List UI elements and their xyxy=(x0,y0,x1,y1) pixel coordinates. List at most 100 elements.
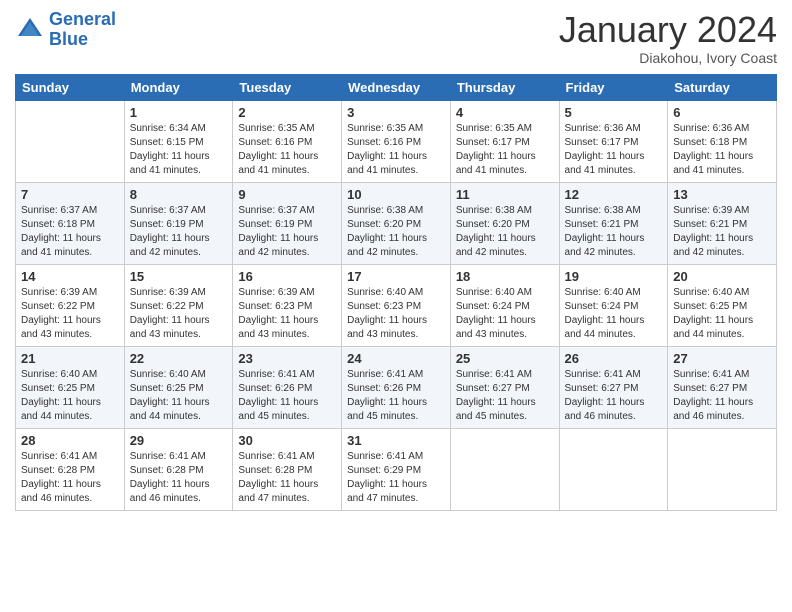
day-number: 31 xyxy=(347,433,445,448)
day-number: 21 xyxy=(21,351,119,366)
day-info: Sunrise: 6:39 AMSunset: 6:23 PMDaylight:… xyxy=(238,286,336,342)
day-number: 8 xyxy=(130,187,228,202)
day-info: Sunrise: 6:40 AMSunset: 6:24 PMDaylight:… xyxy=(565,286,663,342)
table-row: 19 Sunrise: 6:40 AMSunset: 6:24 PMDayligh… xyxy=(559,264,668,346)
calendar-week-0: 1 Sunrise: 6:34 AMSunset: 6:15 PMDaylight… xyxy=(16,100,777,182)
table-row: 21 Sunrise: 6:40 AMSunset: 6:25 PMDayligh… xyxy=(16,346,125,428)
col-thursday: Thursday xyxy=(450,74,559,100)
table-row: 11Sunrise: 6:38 AMSunset: 6:20 PMDayligh… xyxy=(450,182,559,264)
day-number: 10 xyxy=(347,187,445,202)
page: General Blue January 2024 Diakohou, Ivor… xyxy=(0,0,792,612)
table-row: 23Sunrise: 6:41 AMSunset: 6:26 PMDayligh… xyxy=(233,346,342,428)
day-info: Sunrise: 6:41 AMSunset: 6:28 PMDaylight:… xyxy=(238,450,336,506)
table-row: 1 Sunrise: 6:34 AMSunset: 6:15 PMDaylight… xyxy=(124,100,233,182)
day-number: 7 xyxy=(21,187,119,202)
month-title: January 2024 xyxy=(559,10,777,50)
day-number: 28 xyxy=(21,433,119,448)
table-row: 7 Sunrise: 6:37 AMSunset: 6:18 PMDaylight… xyxy=(16,182,125,264)
calendar-header: Sunday Monday Tuesday Wednesday Thursday… xyxy=(16,74,777,100)
day-info: Sunrise: 6:39 AMSunset: 6:22 PMDaylight:… xyxy=(21,286,119,342)
table-row: 22Sunrise: 6:40 AMSunset: 6:25 PMDayligh… xyxy=(124,346,233,428)
table-row xyxy=(668,428,777,510)
day-number: 13 xyxy=(673,187,771,202)
day-info: Sunrise: 6:35 AMSunset: 6:17 PMDaylight:… xyxy=(456,122,554,178)
header-row: Sunday Monday Tuesday Wednesday Thursday… xyxy=(16,74,777,100)
day-info: Sunrise: 6:36 AMSunset: 6:17 PMDaylight:… xyxy=(565,122,663,178)
day-number: 17 xyxy=(347,269,445,284)
day-info: Sunrise: 6:40 AMSunset: 6:23 PMDaylight:… xyxy=(347,286,445,342)
table-row: 4 Sunrise: 6:35 AMSunset: 6:17 PMDaylight… xyxy=(450,100,559,182)
day-info: Sunrise: 6:41 AMSunset: 6:27 PMDaylight:… xyxy=(456,368,554,424)
col-sunday: Sunday xyxy=(16,74,125,100)
day-number: 4 xyxy=(456,105,554,120)
table-row: 27Sunrise: 6:41 AMSunset: 6:27 PMDayligh… xyxy=(668,346,777,428)
table-row: 6 Sunrise: 6:36 AMSunset: 6:18 PMDaylight… xyxy=(668,100,777,182)
logo: General Blue xyxy=(15,10,116,50)
day-number: 25 xyxy=(456,351,554,366)
table-row: 17 Sunrise: 6:40 AMSunset: 6:23 PMDayligh… xyxy=(342,264,451,346)
table-row: 9 Sunrise: 6:37 AMSunset: 6:19 PMDaylight… xyxy=(233,182,342,264)
day-number: 19 xyxy=(565,269,663,284)
day-number: 26 xyxy=(565,351,663,366)
day-info: Sunrise: 6:37 AMSunset: 6:18 PMDaylight:… xyxy=(21,204,119,260)
day-info: Sunrise: 6:35 AMSunset: 6:16 PMDaylight:… xyxy=(238,122,336,178)
day-info: Sunrise: 6:40 AMSunset: 6:24 PMDaylight:… xyxy=(456,286,554,342)
calendar-week-3: 21 Sunrise: 6:40 AMSunset: 6:25 PMDayligh… xyxy=(16,346,777,428)
table-row: 2 Sunrise: 6:35 AMSunset: 6:16 PMDaylight… xyxy=(233,100,342,182)
table-row: 26 Sunrise: 6:41 AMSunset: 6:27 PMDayligh… xyxy=(559,346,668,428)
day-number: 18 xyxy=(456,269,554,284)
col-saturday: Saturday xyxy=(668,74,777,100)
day-info: Sunrise: 6:41 AMSunset: 6:27 PMDaylight:… xyxy=(565,368,663,424)
calendar-body: 1 Sunrise: 6:34 AMSunset: 6:15 PMDaylight… xyxy=(16,100,777,510)
day-number: 23 xyxy=(238,351,336,366)
table-row: 20Sunrise: 6:40 AMSunset: 6:25 PMDayligh… xyxy=(668,264,777,346)
day-info: Sunrise: 6:36 AMSunset: 6:18 PMDaylight:… xyxy=(673,122,771,178)
calendar-week-1: 7 Sunrise: 6:37 AMSunset: 6:18 PMDaylight… xyxy=(16,182,777,264)
day-info: Sunrise: 6:40 AMSunset: 6:25 PMDaylight:… xyxy=(673,286,771,342)
day-number: 1 xyxy=(130,105,228,120)
title-block: January 2024 Diakohou, Ivory Coast xyxy=(559,10,777,66)
calendar-week-2: 14 Sunrise: 6:39 AMSunset: 6:22 PMDayligh… xyxy=(16,264,777,346)
logo-icon xyxy=(15,15,45,45)
table-row: 10 Sunrise: 6:38 AMSunset: 6:20 PMDayligh… xyxy=(342,182,451,264)
day-number: 3 xyxy=(347,105,445,120)
table-row: 28 Sunrise: 6:41 AMSunset: 6:28 PMDayligh… xyxy=(16,428,125,510)
day-number: 15 xyxy=(130,269,228,284)
day-info: Sunrise: 6:40 AMSunset: 6:25 PMDaylight:… xyxy=(21,368,119,424)
day-info: Sunrise: 6:38 AMSunset: 6:20 PMDaylight:… xyxy=(456,204,554,260)
day-number: 9 xyxy=(238,187,336,202)
header: General Blue January 2024 Diakohou, Ivor… xyxy=(15,10,777,66)
day-number: 2 xyxy=(238,105,336,120)
day-info: Sunrise: 6:39 AMSunset: 6:21 PMDaylight:… xyxy=(673,204,771,260)
day-number: 6 xyxy=(673,105,771,120)
table-row: 15 Sunrise: 6:39 AMSunset: 6:22 PMDayligh… xyxy=(124,264,233,346)
day-number: 16 xyxy=(238,269,336,284)
table-row: 16 Sunrise: 6:39 AMSunset: 6:23 PMDayligh… xyxy=(233,264,342,346)
table-row: 18 Sunrise: 6:40 AMSunset: 6:24 PMDayligh… xyxy=(450,264,559,346)
col-friday: Friday xyxy=(559,74,668,100)
table-row xyxy=(559,428,668,510)
table-row: 5Sunrise: 6:36 AMSunset: 6:17 PMDaylight… xyxy=(559,100,668,182)
calendar-table: Sunday Monday Tuesday Wednesday Thursday… xyxy=(15,74,777,511)
day-info: Sunrise: 6:41 AMSunset: 6:26 PMDaylight:… xyxy=(347,368,445,424)
logo-line2: Blue xyxy=(49,29,88,49)
day-info: Sunrise: 6:41 AMSunset: 6:28 PMDaylight:… xyxy=(21,450,119,506)
day-number: 12 xyxy=(565,187,663,202)
day-info: Sunrise: 6:34 AMSunset: 6:15 PMDaylight:… xyxy=(130,122,228,178)
day-info: Sunrise: 6:37 AMSunset: 6:19 PMDaylight:… xyxy=(130,204,228,260)
table-row: 12Sunrise: 6:38 AMSunset: 6:21 PMDayligh… xyxy=(559,182,668,264)
day-info: Sunrise: 6:41 AMSunset: 6:27 PMDaylight:… xyxy=(673,368,771,424)
day-info: Sunrise: 6:41 AMSunset: 6:29 PMDaylight:… xyxy=(347,450,445,506)
col-wednesday: Wednesday xyxy=(342,74,451,100)
day-number: 29 xyxy=(130,433,228,448)
day-number: 14 xyxy=(21,269,119,284)
table-row: 25 Sunrise: 6:41 AMSunset: 6:27 PMDayligh… xyxy=(450,346,559,428)
table-row: 13 Sunrise: 6:39 AMSunset: 6:21 PMDayligh… xyxy=(668,182,777,264)
day-info: Sunrise: 6:39 AMSunset: 6:22 PMDaylight:… xyxy=(130,286,228,342)
logo-line1: General xyxy=(49,9,116,29)
table-row: 8 Sunrise: 6:37 AMSunset: 6:19 PMDaylight… xyxy=(124,182,233,264)
table-row: 24Sunrise: 6:41 AMSunset: 6:26 PMDayligh… xyxy=(342,346,451,428)
table-row: 3Sunrise: 6:35 AMSunset: 6:16 PMDaylight… xyxy=(342,100,451,182)
day-info: Sunrise: 6:37 AMSunset: 6:19 PMDaylight:… xyxy=(238,204,336,260)
day-info: Sunrise: 6:38 AMSunset: 6:20 PMDaylight:… xyxy=(347,204,445,260)
